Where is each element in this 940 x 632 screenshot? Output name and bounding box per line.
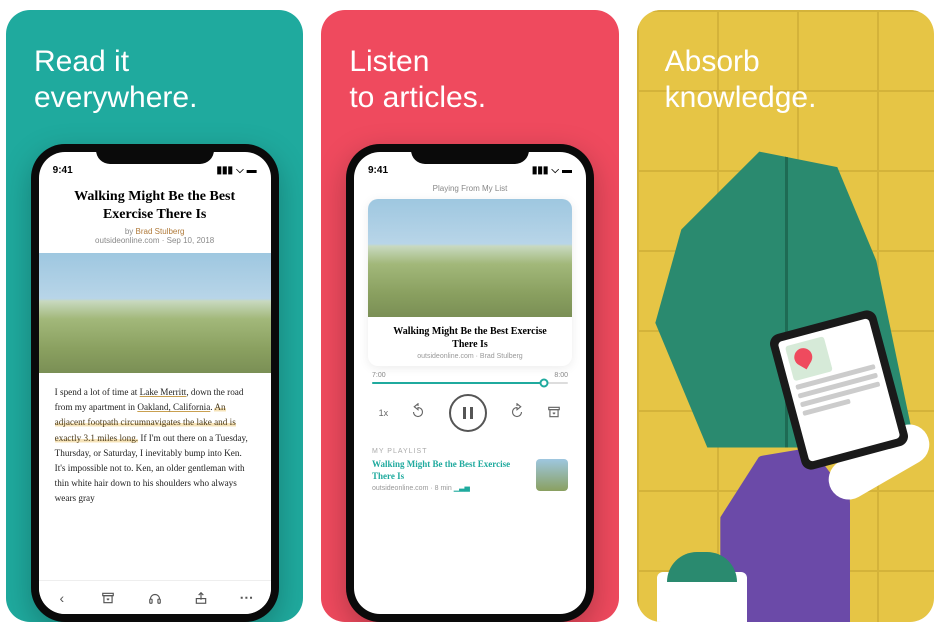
article-hero-image [39,253,271,373]
panel-title: Absorb knowledge. [637,10,934,136]
progress-bar[interactable]: 7:00 8:00 [354,366,586,386]
tablet-image-icon [785,336,833,381]
skip-forward-icon[interactable] [508,403,526,424]
panel-title: Read it everywhere. [6,10,303,136]
tablet-screen [778,318,901,462]
promo-panel-listen: Listen to articles. 9:41 ▮▮▮ ⌵ ▬ Playing… [321,10,618,622]
player-controls: 1x [354,386,586,442]
time-total: 8:00 [554,372,568,379]
article-body: I spend a lot of time at Lake Merritt, d… [39,373,271,510]
scrubber-thumb[interactable] [540,379,549,388]
wifi-icon: ⌵ [551,165,559,176]
article-title: Walking Might Be the Best Exercise There… [57,188,253,223]
archive-button[interactable] [98,591,118,605]
playlist-item-sub: outsideonline.com · 8 min ▁▃▅ [372,484,528,492]
time-current: 7:00 [372,372,386,379]
playlist-item-title: Walking Might Be the Best Exercise There… [372,459,528,482]
signal-icon: ▮▮▮ [217,165,234,176]
player-byline: outsideonline.com · Brad Stulberg [368,353,572,366]
status-time: 9:41 [368,165,388,176]
plant-pot-illustration [657,572,747,622]
player-cover-image [368,199,572,317]
app-screen-article: 9:41 ▮▮▮ ⌵ ▬ Walking Might Be the Best E… [39,152,271,614]
status-time: 9:41 [53,165,73,176]
article-byline: by Brad Stulberg outsideonline.com · Sep… [57,227,253,245]
app-store-screenshot-gallery: Read it everywhere. 9:41 ▮▮▮ ⌵ ▬ Walking… [0,0,940,632]
more-button[interactable]: ⋯ [237,589,257,606]
back-button[interactable]: ‹ [52,590,72,606]
listen-button[interactable] [145,591,165,605]
battery-icon: ▬ [562,165,572,176]
promo-panel-absorb: Absorb knowledge. [637,10,934,622]
status-icons: ▮▮▮ ⌵ ▬ [532,165,572,176]
link-lake-merritt[interactable]: Lake Merritt [140,387,187,397]
link-oakland[interactable]: Oakland, California [137,402,210,412]
audio-wave-icon: ▁▃▅ [454,485,470,492]
wifi-icon: ⌵ [236,165,244,176]
phone-mockup: 9:41 ▮▮▮ ⌵ ▬ Playing From My List Walkin… [346,144,594,622]
panel-title: Listen to articles. [321,10,618,136]
phone-notch [411,144,529,164]
promo-panel-read-everywhere: Read it everywhere. 9:41 ▮▮▮ ⌵ ▬ Walking… [6,10,303,622]
status-icons: ▮▮▮ ⌵ ▬ [217,165,257,176]
playlist-item-thumbnail [536,459,568,491]
phone-notch [96,144,214,164]
speed-button[interactable]: 1x [379,408,389,418]
author-link[interactable]: Brad Stulberg [136,227,185,236]
player-card: Walking Might Be the Best Exercise There… [368,199,572,366]
player-subtitle: Playing From My List [354,178,586,199]
signal-icon: ▮▮▮ [532,165,549,176]
app-screen-player: 9:41 ▮▮▮ ⌵ ▬ Playing From My List Walkin… [354,152,586,614]
playlist-label: MY PLAYLIST [354,442,586,457]
archive-button[interactable] [547,405,561,422]
share-button[interactable] [191,591,211,605]
article-toolbar: ‹ ⋯ [39,580,271,614]
skip-back-icon[interactable] [409,403,427,424]
battery-icon: ▬ [247,165,257,176]
playlist-item[interactable]: Walking Might Be the Best Exercise There… [354,457,586,500]
article-header: Walking Might Be the Best Exercise There… [39,178,271,253]
phone-mockup: 9:41 ▮▮▮ ⌵ ▬ Walking Might Be the Best E… [31,144,279,622]
player-title: Walking Might Be the Best Exercise There… [368,317,572,353]
pause-button[interactable] [449,394,487,432]
source-date: outsideonline.com · Sep 10, 2018 [95,236,214,245]
